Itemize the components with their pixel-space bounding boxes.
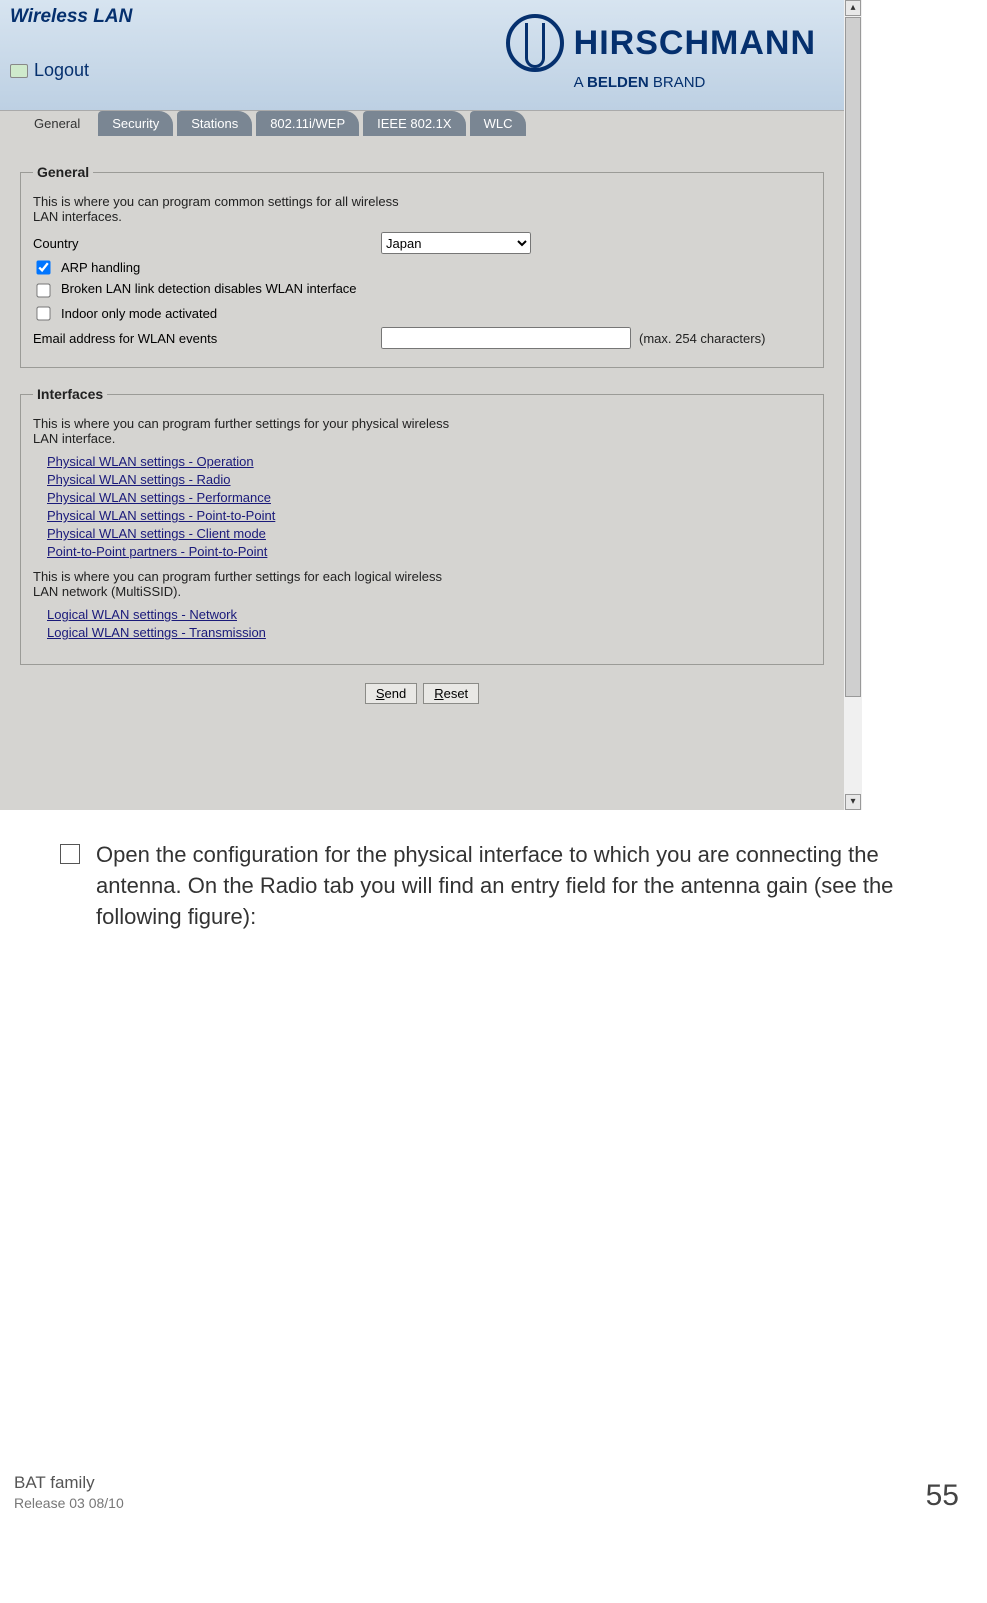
- link-logical-wlan-settings-network[interactable]: Logical WLAN settings - Network: [47, 607, 237, 622]
- reset-button[interactable]: Reset: [423, 683, 479, 704]
- general-legend: General: [33, 164, 93, 180]
- brand-logo-icon: [506, 14, 564, 72]
- panel-area: General This is where you can program co…: [0, 138, 844, 714]
- interfaces-links1: Physical WLAN settings - Operation Physic…: [47, 454, 811, 559]
- doc-body: Open the configuration for the physical …: [0, 810, 987, 932]
- footer-release: Release 03 08/10: [14, 1494, 124, 1512]
- country-label: Country: [33, 236, 373, 251]
- general-group: General This is where you can program co…: [20, 164, 824, 368]
- broken-label: Broken LAN link detection disables WLAN …: [61, 281, 357, 296]
- checkbox-glyph-icon: [60, 844, 80, 864]
- arp-checkbox[interactable]: [36, 260, 50, 274]
- tab-general[interactable]: General: [20, 111, 94, 136]
- interfaces-desc2: This is where you can program further se…: [33, 569, 453, 599]
- button-row: Send Reset: [18, 683, 826, 704]
- send-button[interactable]: Send: [365, 683, 417, 704]
- brand-block: HIRSCHMANN A BELDEN BRAND: [506, 14, 816, 91]
- header-band: Wireless LAN Logout HIRSCHMANN A BELDEN …: [0, 0, 844, 110]
- tab-bar: GeneralSecurityStations802.11i/WEPIEEE 8…: [20, 111, 526, 136]
- scroll-up-button[interactable]: ▴: [845, 0, 861, 16]
- email-hint: (max. 254 characters): [639, 331, 765, 346]
- link-physical-wlan-settings-operation[interactable]: Physical WLAN settings - Operation: [47, 454, 254, 469]
- email-input[interactable]: [381, 327, 631, 349]
- logout-icon: [10, 64, 28, 78]
- tab-ieee-802-1x[interactable]: IEEE 802.1X: [363, 111, 465, 136]
- link-physical-wlan-settings-client-mode[interactable]: Physical WLAN settings - Client mode: [47, 526, 266, 541]
- logout-label: Logout: [34, 60, 89, 81]
- tab-security[interactable]: Security: [98, 111, 173, 136]
- scroll-down-button[interactable]: ▾: [845, 794, 861, 810]
- general-desc: This is where you can program common set…: [33, 194, 403, 224]
- tab-802-11i-wep[interactable]: 802.11i/WEP: [256, 111, 359, 136]
- link-point-to-point-partners-point-to-point[interactable]: Point-to-Point partners - Point-to-Point: [47, 544, 267, 559]
- doc-footer: BAT family Release 03 08/10 55: [0, 1472, 987, 1526]
- tab-stations[interactable]: Stations: [177, 111, 252, 136]
- interfaces-group: Interfaces This is where you can program…: [20, 386, 824, 665]
- interfaces-desc1: This is where you can program further se…: [33, 416, 453, 446]
- email-label: Email address for WLAN events: [33, 331, 373, 346]
- scrollbar-thumb[interactable]: [845, 17, 861, 697]
- broken-checkbox[interactable]: [36, 283, 50, 297]
- doc-step-text: Open the configuration for the physical …: [96, 840, 939, 932]
- brand-main: HIRSCHMANN: [574, 24, 816, 63]
- page-number: 55: [926, 1479, 959, 1513]
- link-physical-wlan-settings-point-to-point[interactable]: Physical WLAN settings - Point-to-Point: [47, 508, 275, 523]
- country-select[interactable]: Japan: [381, 232, 531, 254]
- link-physical-wlan-settings-performance[interactable]: Physical WLAN settings - Performance: [47, 490, 271, 505]
- app-window: ▴ ▾ Wireless LAN Logout HIRSCHMANN A BEL…: [0, 0, 862, 810]
- arp-label: ARP handling: [61, 260, 140, 275]
- tab-wlc[interactable]: WLC: [470, 111, 527, 136]
- indoor-checkbox[interactable]: [36, 306, 50, 320]
- footer-family: BAT family: [14, 1472, 124, 1494]
- link-physical-wlan-settings-radio[interactable]: Physical WLAN settings - Radio: [47, 472, 231, 487]
- brand-sub: A BELDEN BRAND: [574, 74, 816, 91]
- interfaces-links2: Logical WLAN settings - Network Logical W…: [47, 607, 811, 640]
- interfaces-legend: Interfaces: [33, 386, 107, 402]
- link-logical-wlan-settings-transmission[interactable]: Logical WLAN settings - Transmission: [47, 625, 266, 640]
- indoor-label: Indoor only mode activated: [61, 306, 217, 321]
